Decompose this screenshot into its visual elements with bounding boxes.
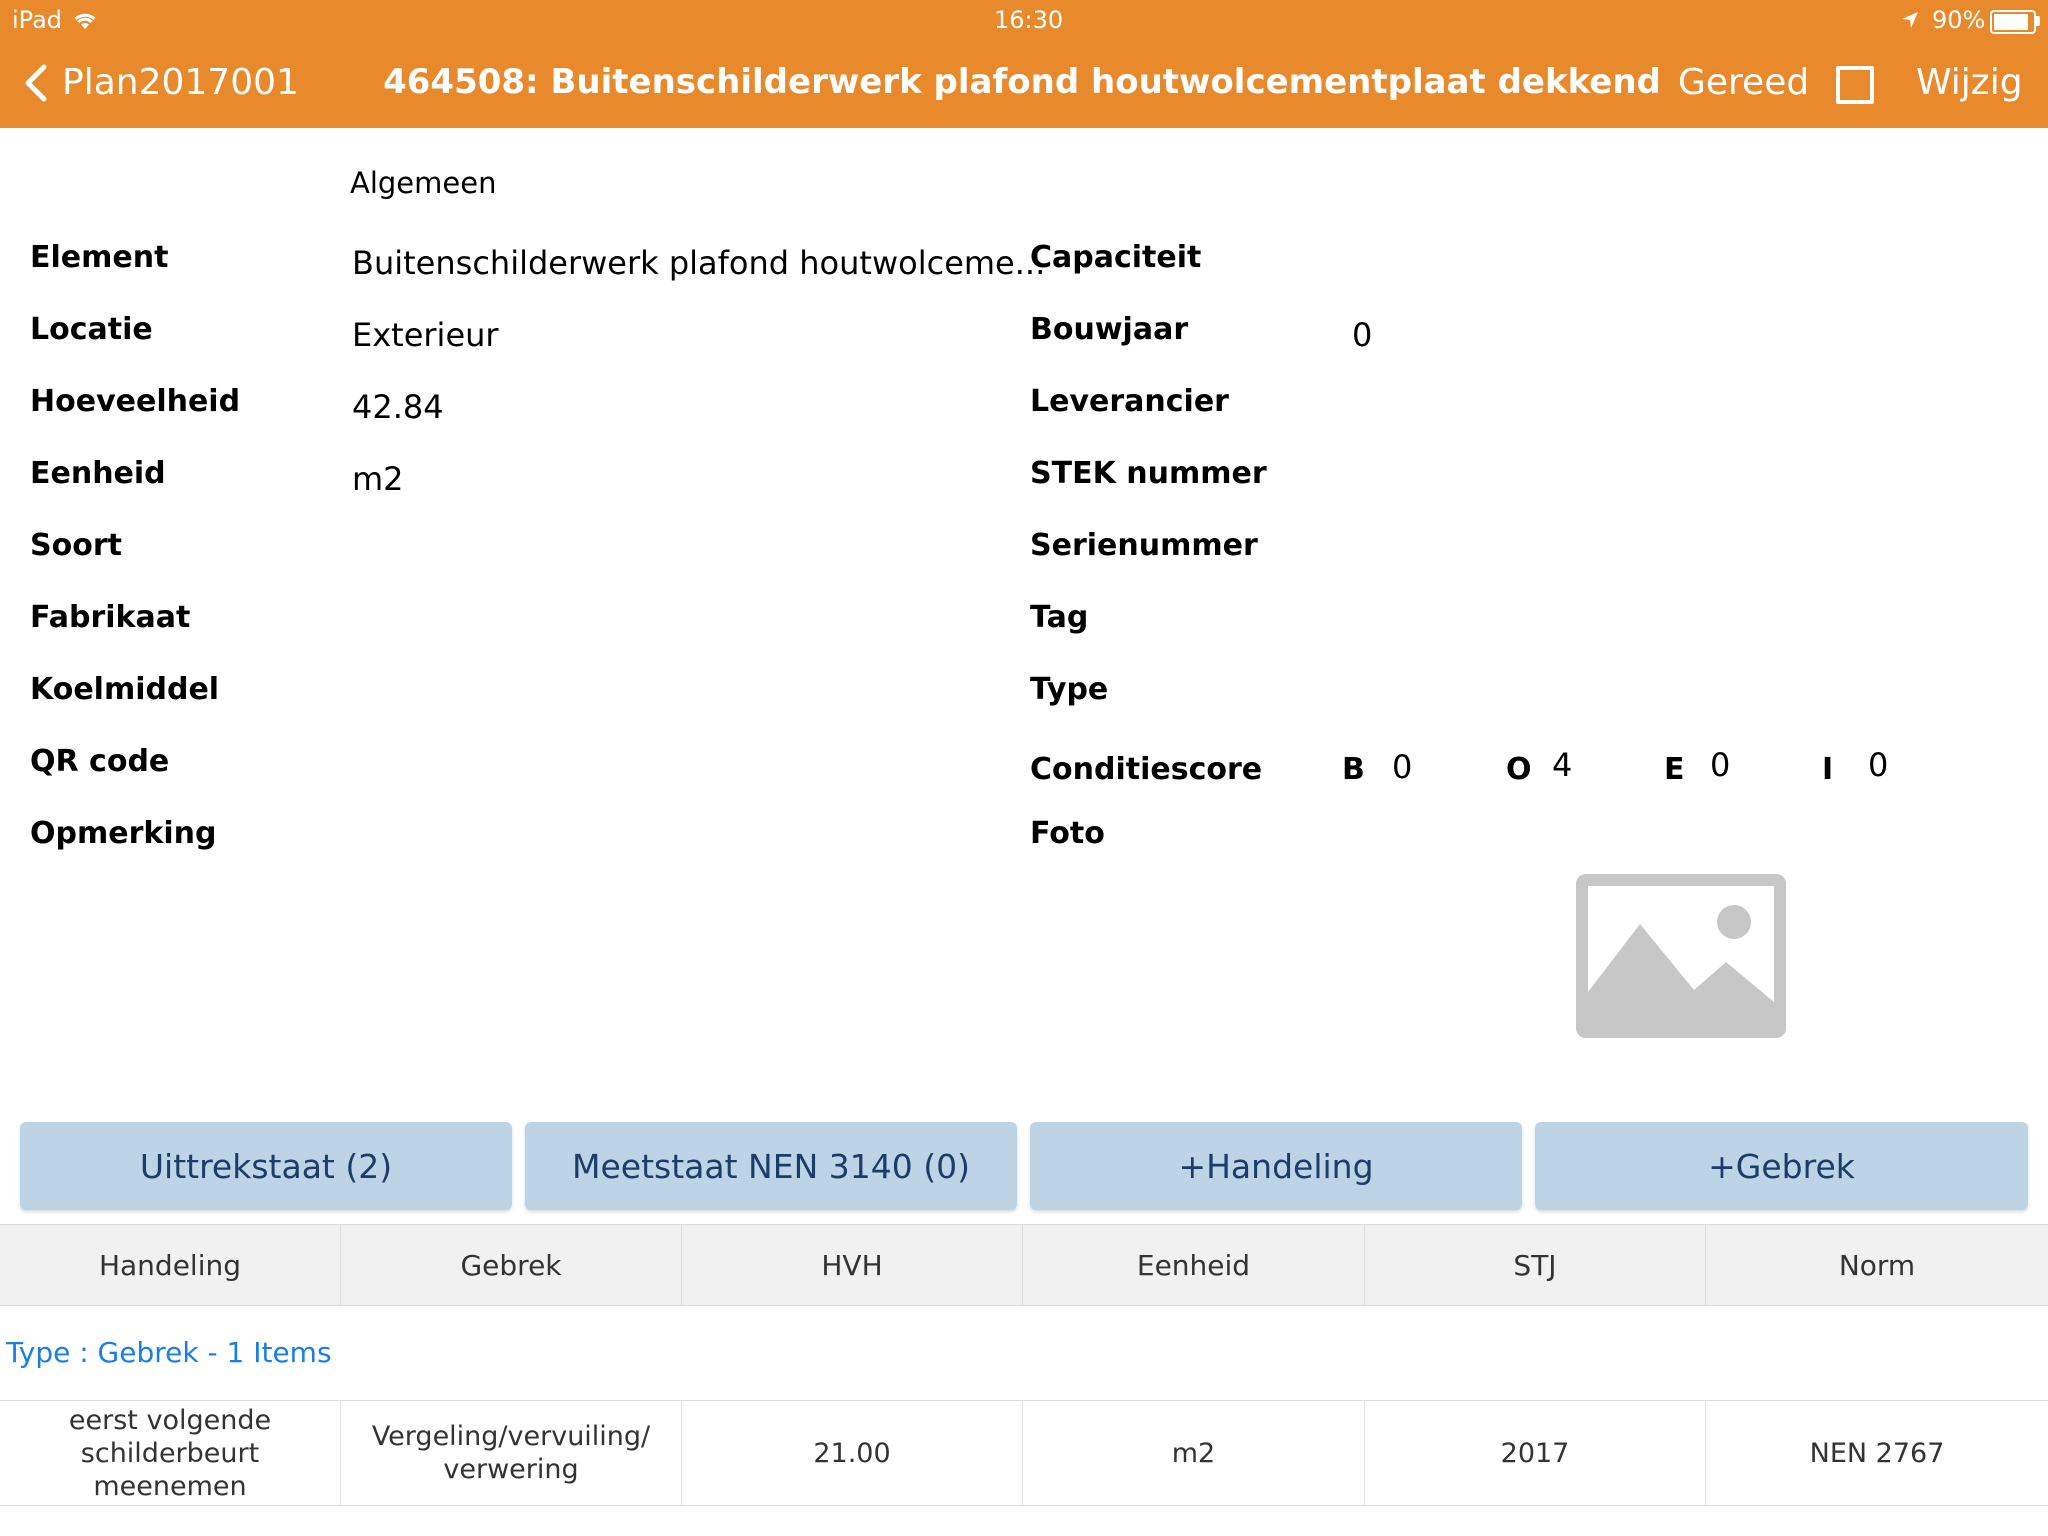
field-label-qr-code: QR code xyxy=(30,744,170,779)
wifi-icon xyxy=(74,13,96,29)
conditie-letter-i: I xyxy=(1822,752,1834,787)
section-title: Algemeen xyxy=(350,166,497,200)
field-label-bouwjaar: Bouwjaar xyxy=(1030,312,1189,347)
battery-percent: 90% xyxy=(1932,6,1986,34)
field-label-tag: Tag xyxy=(1030,600,1089,635)
column-header-hvh[interactable]: HVH xyxy=(682,1225,1023,1305)
field-label-foto: Foto xyxy=(1030,816,1105,851)
chevron-left-icon xyxy=(25,64,47,102)
cell-gebrek: Vergeling/vervuiling/ verwering xyxy=(341,1401,682,1505)
location-arrow-icon xyxy=(1902,12,1918,28)
field-value-element: Buitenschilderwerk plafond houtwolceme..… xyxy=(352,244,1046,282)
conditie-value-o: 4 xyxy=(1552,746,1573,784)
field-label-koelmiddel: Koelmiddel xyxy=(30,672,220,707)
field-value-hoeveelheid: 42.84 xyxy=(352,388,444,426)
cell-eenheid: m2 xyxy=(1023,1401,1365,1505)
clock: 16:30 xyxy=(994,6,1064,34)
conditie-value-e: 0 xyxy=(1710,746,1731,784)
back-label: Plan2017001 xyxy=(62,62,299,103)
table-row[interactable]: eerst volgende schilderbeurt meenemen Ve… xyxy=(0,1400,2048,1506)
field-label-fabrikaat: Fabrikaat xyxy=(30,600,191,635)
field-label-soort: Soort xyxy=(30,528,122,563)
device-name: iPad xyxy=(12,6,63,34)
field-label-type: Type xyxy=(1030,672,1109,707)
done-button[interactable]: Gereed xyxy=(1678,62,1809,103)
done-checkbox[interactable] xyxy=(1836,66,1874,104)
field-label-leverancier: Leverancier xyxy=(1030,384,1229,419)
navigation-bar: iPad 16:30 90% Plan2017001 464508: Buite… xyxy=(0,0,2048,128)
conditie-letter-b: B xyxy=(1342,752,1365,787)
battery-tip xyxy=(2036,16,2040,26)
group-label[interactable]: Type : Gebrek - 1 Items xyxy=(6,1336,332,1369)
column-header-eenheid[interactable]: Eenheid xyxy=(1023,1225,1365,1305)
conditie-value-i: 0 xyxy=(1868,746,1889,784)
meetstaat-button[interactable]: Meetstaat NEN 3140 (0) xyxy=(525,1122,1017,1210)
image-placeholder-icon[interactable] xyxy=(1576,874,1786,1038)
field-label-stek-nummer: STEK nummer xyxy=(1030,456,1267,491)
column-header-stj[interactable]: STJ xyxy=(1365,1225,1706,1305)
field-label-hoeveelheid: Hoeveelheid xyxy=(30,384,241,419)
conditie-letter-o: O xyxy=(1506,752,1532,787)
cell-stj: 2017 xyxy=(1365,1401,1706,1505)
cell-hvh: 21.00 xyxy=(682,1401,1023,1505)
column-header-gebrek[interactable]: Gebrek xyxy=(341,1225,682,1305)
field-label-opmerking: Opmerking xyxy=(30,816,217,851)
uittrekstaat-button[interactable]: Uittrekstaat (2) xyxy=(20,1122,512,1210)
field-label-eenheid: Eenheid xyxy=(30,456,166,491)
field-label-locatie: Locatie xyxy=(30,312,153,347)
cell-handeling: eerst volgende schilderbeurt meenemen xyxy=(0,1401,341,1505)
column-header-handeling[interactable]: Handeling xyxy=(0,1225,341,1305)
column-header-norm[interactable]: Norm xyxy=(1706,1225,2048,1305)
field-value-bouwjaar: 0 xyxy=(1352,316,1373,354)
page-title: 464508: Buitenschilderwerk plafond houtw… xyxy=(383,62,1661,102)
field-value-eenheid: m2 xyxy=(352,460,404,498)
field-label-element: Element xyxy=(30,240,169,275)
conditie-letter-e: E xyxy=(1664,752,1685,787)
battery-icon xyxy=(1990,10,2036,34)
add-handeling-button[interactable]: +Handeling xyxy=(1030,1122,1522,1210)
table-header: Handeling Gebrek HVH Eenheid STJ Norm xyxy=(0,1224,2048,1306)
field-label-capaciteit: Capaciteit xyxy=(1030,240,1202,275)
add-gebrek-button[interactable]: +Gebrek xyxy=(1535,1122,2028,1210)
field-label-serienummer: Serienummer xyxy=(1030,528,1258,563)
edit-button[interactable]: Wijzig xyxy=(1916,62,2023,103)
field-value-locatie: Exterieur xyxy=(352,316,499,354)
cell-norm: NEN 2767 xyxy=(1809,1437,1945,1469)
conditie-value-b: 0 xyxy=(1392,748,1413,786)
field-label-conditiescore: Conditiescore xyxy=(1030,752,1263,787)
